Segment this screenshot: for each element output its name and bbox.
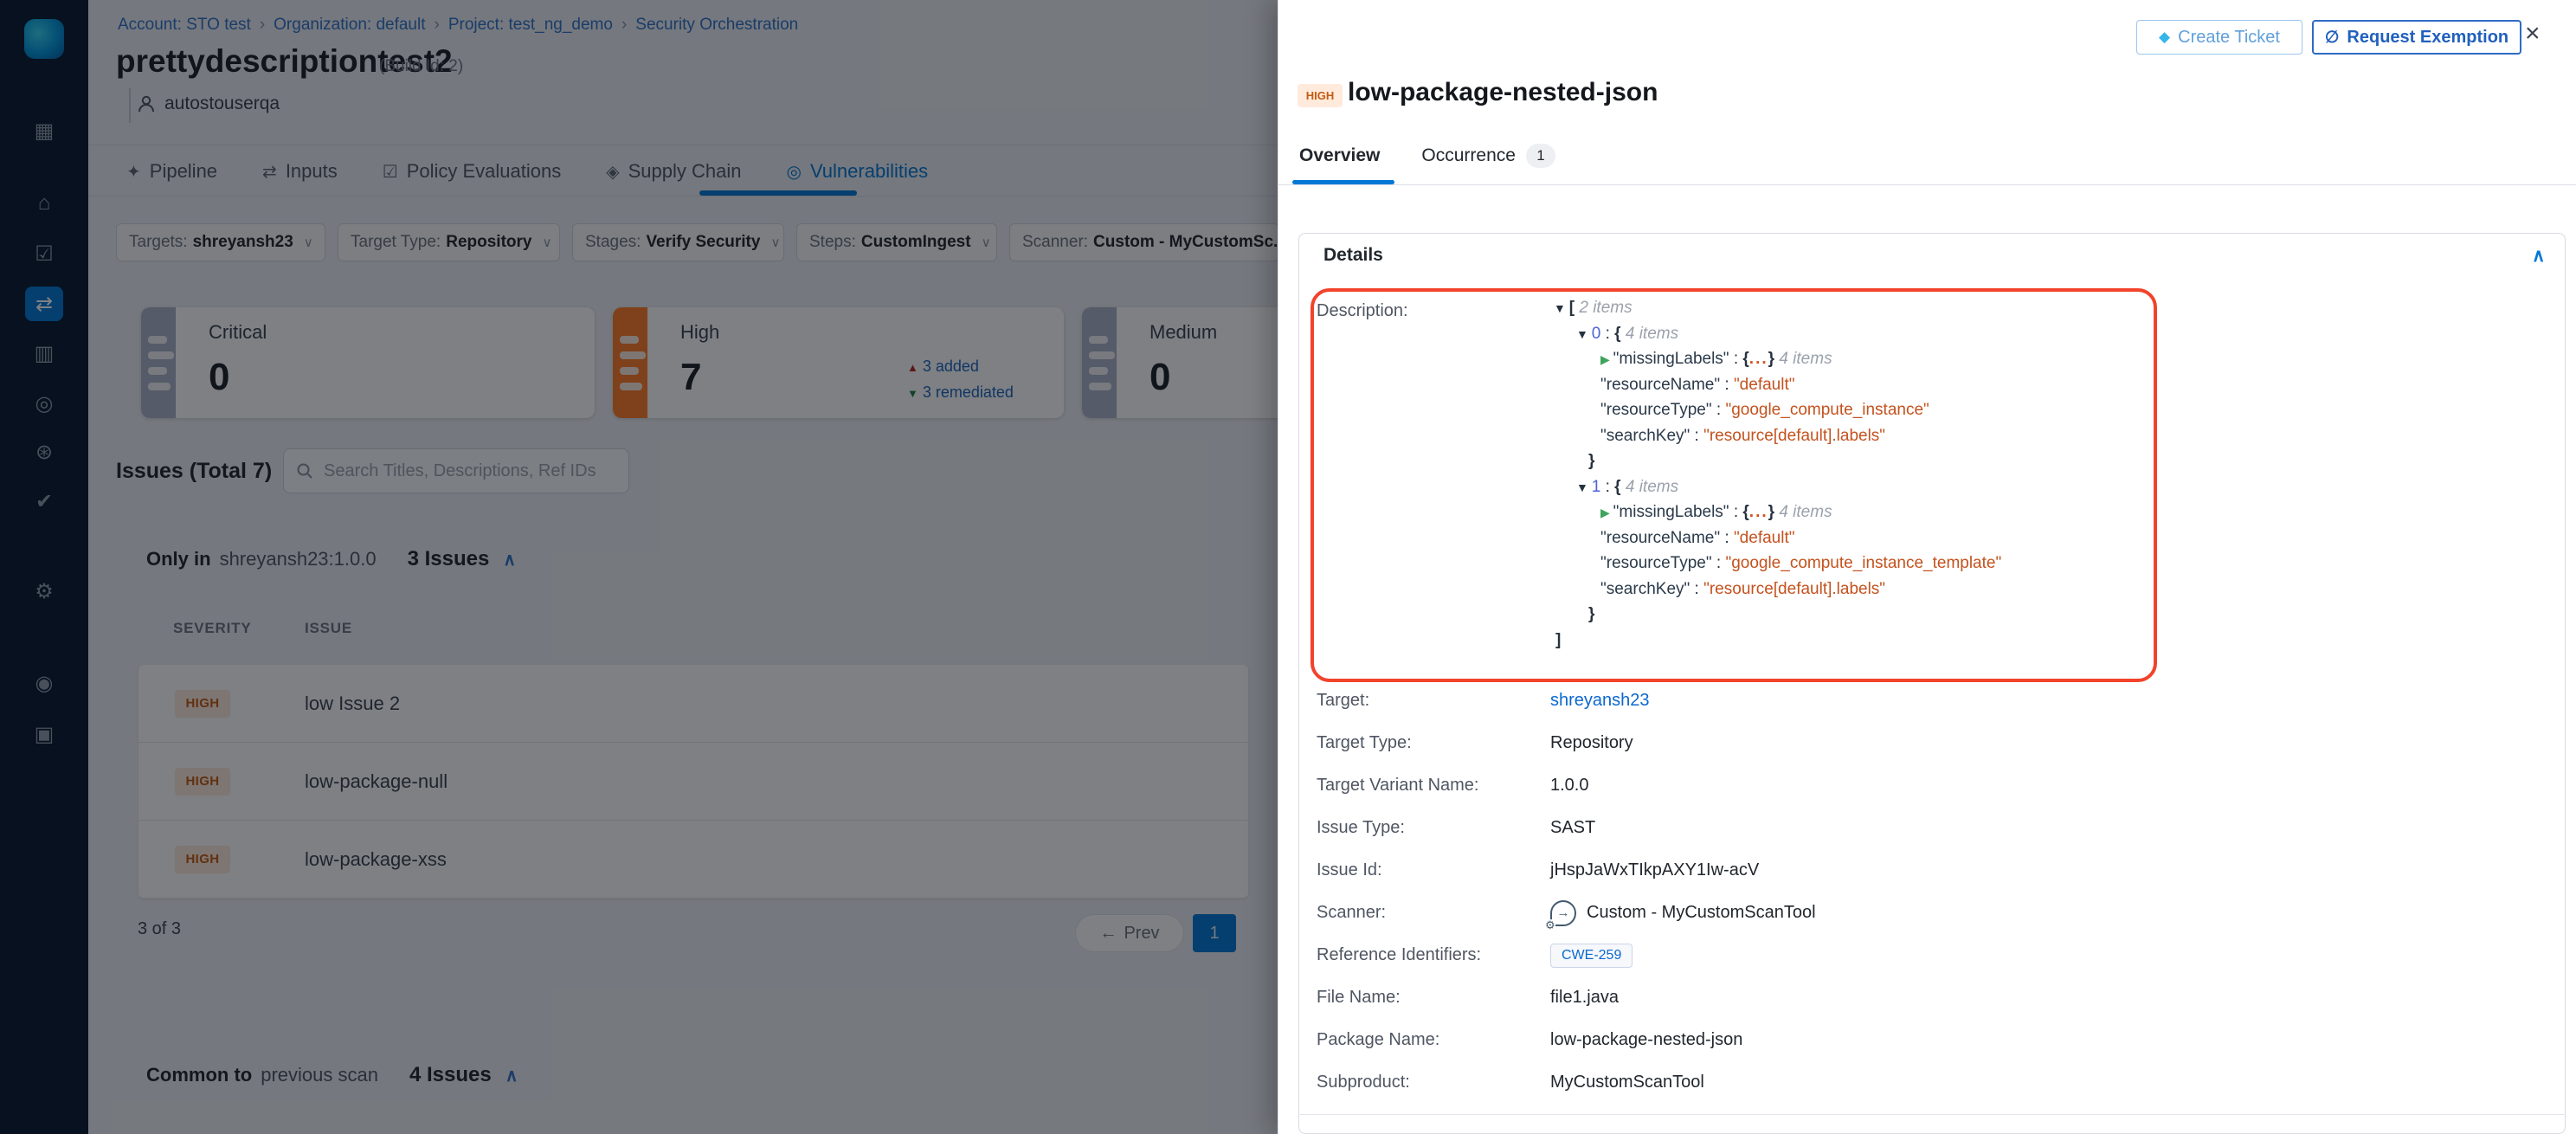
field-value: low-package-nested-json xyxy=(1550,1030,1742,1050)
close-icon[interactable]: × xyxy=(2525,21,2541,47)
field-label: Reference Identifiers: xyxy=(1317,945,1550,965)
field-row-target: Target:shreyansh23 xyxy=(1317,680,2511,722)
issue-title: low-package-nested-json xyxy=(1348,78,1658,107)
ticket-icon: ◆ xyxy=(2159,29,2170,46)
create-ticket-button[interactable]: ◆ Create Ticket xyxy=(2136,20,2302,55)
field-value: jHspJaWxTIkpAXY1Iw-acV xyxy=(1550,860,1759,880)
details-section-title: Details xyxy=(1323,245,1383,266)
field-label: Issue Type: xyxy=(1317,818,1550,838)
field-label: Target Variant Name: xyxy=(1317,776,1550,796)
drawer-tab-overview[interactable]: Overview xyxy=(1299,145,1380,166)
field-row-packagename: Package Name:low-package-nested-json xyxy=(1317,1019,2511,1061)
tab-label: Occurrence xyxy=(1421,145,1516,166)
exemption-icon: ∅ xyxy=(2325,28,2340,48)
field-row-targetvariantname: Target Variant Name:1.0.0 xyxy=(1317,764,2511,807)
collapse-chevron-icon[interactable]: ∧ xyxy=(2532,245,2545,267)
annotation-highlight xyxy=(1311,288,2157,682)
severity-badge: HIGH xyxy=(1298,84,1343,107)
field-value[interactable]: shreyansh23 xyxy=(1550,691,1650,711)
reference-id-pill[interactable]: CWE-259 xyxy=(1550,944,1633,968)
field-value: SAST xyxy=(1550,818,1595,838)
tab-label: Overview xyxy=(1299,145,1380,166)
field-value: →⚙ Custom - MyCustomScanTool xyxy=(1550,900,1816,926)
field-row-issueid: Issue Id:jHspJaWxTIkpAXY1Iw-acV xyxy=(1317,849,2511,892)
drawer-tab-occurrence[interactable]: Occurrence 1 xyxy=(1421,144,1555,168)
field-label: Target Type: xyxy=(1317,733,1550,753)
divider xyxy=(1278,184,2576,185)
field-value: Repository xyxy=(1550,733,1633,753)
request-exemption-button[interactable]: ∅ Request Exemption xyxy=(2312,20,2521,55)
field-row-subproduct: Subproduct:MyCustomScanTool xyxy=(1317,1061,2511,1104)
field-label: Issue Id: xyxy=(1317,860,1550,880)
drawer-tabbar: Overview Occurrence 1 xyxy=(1299,144,1555,168)
field-label: File Name: xyxy=(1317,988,1550,1008)
scanner-icon: →⚙ xyxy=(1550,900,1576,926)
field-label: Package Name: xyxy=(1317,1030,1550,1050)
field-row-issuetype: Issue Type:SAST xyxy=(1317,807,2511,849)
field-value: file1.java xyxy=(1550,988,1619,1008)
field-label: Subproduct: xyxy=(1317,1073,1550,1092)
field-label: Scanner: xyxy=(1317,903,1550,923)
details-fields: Target:shreyansh23Target Type:Repository… xyxy=(1317,680,2511,1104)
drawer-scrim[interactable] xyxy=(0,0,1278,1134)
issue-details-drawer: ◆ Create Ticket ∅ Request Exemption × HI… xyxy=(1278,0,2576,1134)
field-label: Target: xyxy=(1317,691,1550,711)
occurrence-count-badge: 1 xyxy=(1526,144,1555,168)
field-row-targettype: Target Type:Repository xyxy=(1317,722,2511,764)
divider xyxy=(1298,1114,2566,1115)
field-row-referenceidentifiers: Reference Identifiers:CWE-259 xyxy=(1317,934,2511,976)
field-row-scanner: Scanner:→⚙ Custom - MyCustomScanTool xyxy=(1317,892,2511,934)
field-value: 1.0.0 xyxy=(1550,776,1588,796)
field-value: CWE-259 xyxy=(1550,944,1633,968)
field-row-filename: File Name:file1.java xyxy=(1317,976,2511,1019)
gear-icon: ⚙ xyxy=(1545,919,1555,931)
field-value: MyCustomScanTool xyxy=(1550,1073,1704,1092)
app-canvas: ▦⌂☑⇄▥◎⊛✔⚙◉▣ Account: STO test›Organizati… xyxy=(0,0,2576,1134)
scanner-name: Custom - MyCustomScanTool xyxy=(1587,903,1816,923)
